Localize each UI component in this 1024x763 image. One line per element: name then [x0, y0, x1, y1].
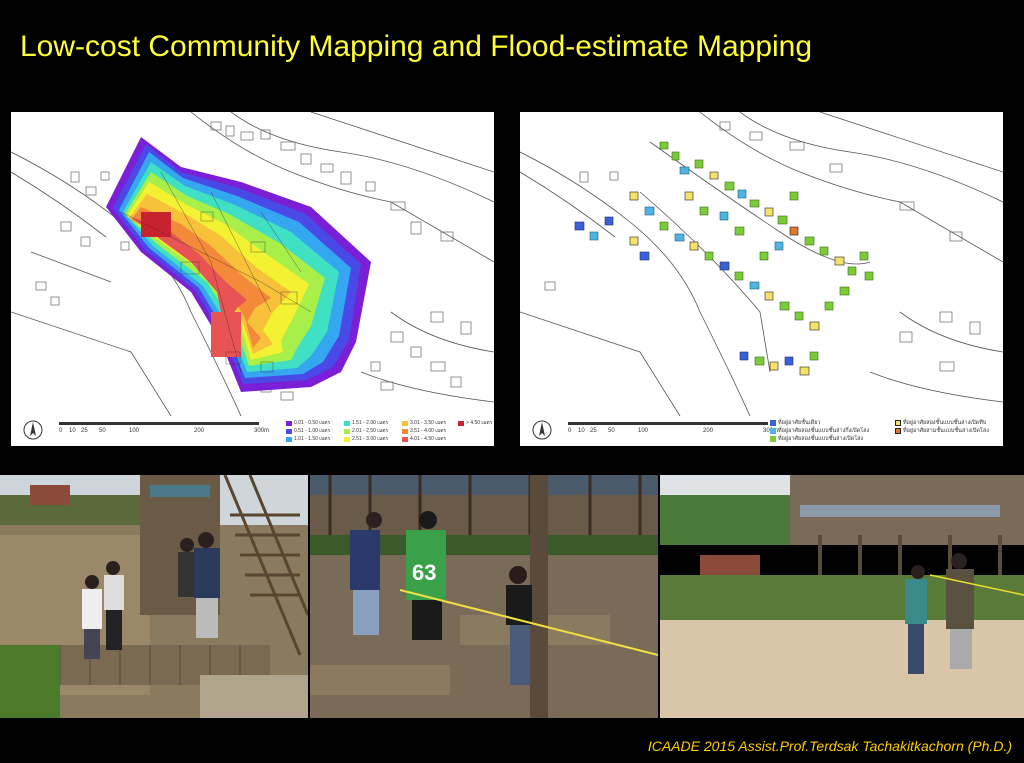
building-type-map: 0 10 25 50 100 200 300m ที่อยู่อาศัยชั้น…	[520, 112, 1003, 446]
flood-map-scale-bar: 0 10 25 50 100 200 300m	[59, 422, 269, 446]
legend-item: 3.51 - 4.00 เมตร	[402, 427, 446, 435]
legend-item: 4.01 - 4.50 เมตร	[402, 435, 446, 443]
scale-tick: 0	[59, 428, 63, 434]
scale-tick: 25	[590, 428, 597, 434]
building-type-legend: ที่อยู่อาศัยชั้นเดียว ที่อยู่อาศัยสองชั้…	[770, 419, 1000, 446]
legend-item: ที่อยู่อาศัยสองชั้นแบบชั้นล่างเปิดโล่ง	[770, 435, 863, 443]
legend-item: ที่อยู่อาศัยสองชั้นแบบชั้นล่างเปิดทึบ	[895, 419, 986, 427]
scale-tick: 10	[69, 428, 76, 434]
legend-item: 2.01 - 2.50 เมตร	[344, 427, 388, 435]
scale-tick: 200	[194, 428, 205, 434]
building-map-drawing	[520, 112, 1003, 416]
legend-item: > 4.50 เมตร	[458, 419, 492, 427]
legend-item: ที่อยู่อาศัยสามชั้นแบบชั้นล่างเปิดโล่ง	[895, 427, 989, 435]
legend-item: ที่อยู่อาศัยชั้นเดียว	[770, 419, 821, 427]
slide-title: Low-cost Community Mapping and Flood-est…	[20, 30, 813, 63]
north-arrow-icon	[532, 420, 552, 440]
photo-measuring-water-level: 63	[310, 475, 658, 718]
scale-tick: 25	[81, 428, 88, 434]
legend-item: 3.01 - 3.50 เมตร	[402, 419, 446, 427]
scale-tick: 50	[608, 428, 615, 434]
building-map-legend: 0 10 25 50 100 200 300m ที่อยู่อาศัยชั้น…	[520, 416, 1003, 446]
north-arrow-icon	[23, 420, 43, 440]
flood-depth-legend: 0.01 - 0.50 เมตร 0.51 - 1.00 เมตร 1.01 -…	[286, 419, 492, 446]
flood-map-drawing	[11, 112, 494, 416]
photo-surveying-stilt-houses	[660, 475, 1024, 718]
scale-tick: 0	[568, 428, 572, 434]
legend-item: 2.51 - 3.00 เมตร	[344, 435, 388, 443]
scale-tick: 300m	[254, 428, 270, 434]
scale-tick: 10	[578, 428, 585, 434]
slide-footer-credit: ICAADE 2015 Assist.Prof.Terdsak Tachakit…	[647, 738, 1012, 754]
scale-tick: 100	[129, 428, 140, 434]
legend-item: 1.51 - 2.00 เมตร	[344, 419, 388, 427]
building-map-scale-bar: 0 10 25 50 100 200 300m	[568, 422, 778, 446]
scale-tick: 200	[703, 428, 714, 434]
flood-map-legend: 0 10 25 50 100 200 300m 0.01 - 0.50 เมตร…	[11, 416, 494, 446]
legend-item: 0.51 - 1.00 เมตร	[286, 427, 330, 435]
scale-tick: 100	[638, 428, 649, 434]
scale-tick: 50	[99, 428, 106, 434]
legend-item: ที่อยู่อาศัยสองชั้นแบบชั้นล่างกึ่งเปิดโล…	[770, 427, 869, 435]
svg-text:63: 63	[412, 560, 436, 585]
legend-item: 0.01 - 0.50 เมตร	[286, 419, 330, 427]
legend-item: 1.01 - 1.50 เมตร	[286, 435, 330, 443]
flood-estimate-map: 0 10 25 50 100 200 300m 0.01 - 0.50 เมตร…	[11, 112, 494, 446]
photo-riverside-deck	[0, 475, 308, 718]
